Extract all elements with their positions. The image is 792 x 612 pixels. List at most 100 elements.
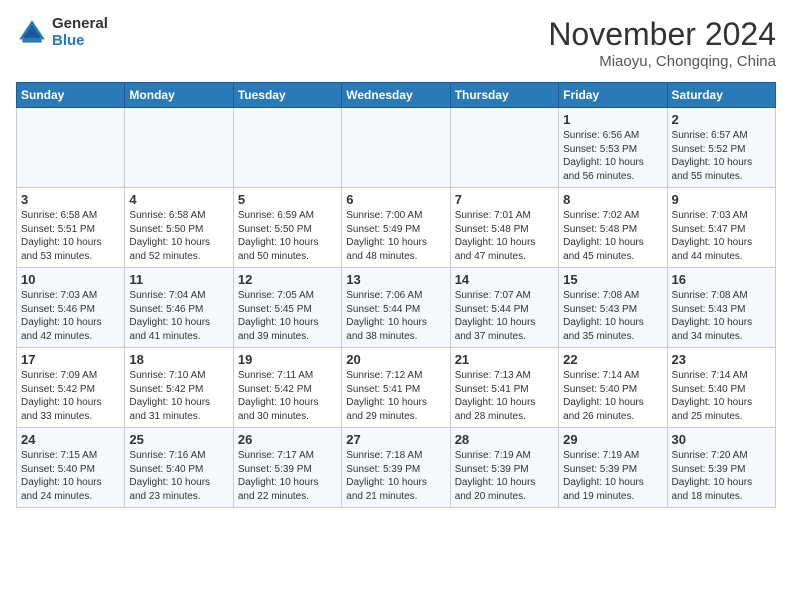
calendar-cell <box>450 108 558 188</box>
day-content: Sunrise: 7:08 AMSunset: 5:43 PMDaylight:… <box>563 289 662 343</box>
content-line: Sunset: 5:40 PM <box>21 464 95 475</box>
day-number: 6 <box>346 192 445 207</box>
content-line: Sunrise: 7:05 AM <box>238 290 314 301</box>
day-content: Sunrise: 7:14 AMSunset: 5:40 PMDaylight:… <box>563 369 662 423</box>
calendar-cell: 27Sunrise: 7:18 AMSunset: 5:39 PMDayligh… <box>342 428 450 508</box>
content-line: Sunset: 5:43 PM <box>672 304 746 315</box>
logo-text: General Blue <box>52 16 108 49</box>
content-line: Sunset: 5:50 PM <box>238 224 312 235</box>
content-line: Sunset: 5:39 PM <box>238 464 312 475</box>
content-line: Sunrise: 6:58 AM <box>129 210 205 221</box>
calendar-cell: 5Sunrise: 6:59 AMSunset: 5:50 PMDaylight… <box>233 188 341 268</box>
day-content: Sunrise: 7:15 AMSunset: 5:40 PMDaylight:… <box>21 449 120 503</box>
content-line: Daylight: 10 hours and 39 minutes. <box>238 317 319 342</box>
content-line: Daylight: 10 hours and 48 minutes. <box>346 237 427 262</box>
header-row: Sunday Monday Tuesday Wednesday Thursday… <box>17 83 776 108</box>
content-line: Sunrise: 7:01 AM <box>455 210 531 221</box>
day-number: 28 <box>455 432 554 447</box>
calendar-cell: 1Sunrise: 6:56 AMSunset: 5:53 PMDaylight… <box>559 108 667 188</box>
calendar-week-1: 1Sunrise: 6:56 AMSunset: 5:53 PMDaylight… <box>17 108 776 188</box>
day-content: Sunrise: 6:58 AMSunset: 5:51 PMDaylight:… <box>21 209 120 263</box>
page-header: General Blue November 2024 Miaoyu, Chong… <box>16 16 776 70</box>
calendar-cell <box>342 108 450 188</box>
content-line: Daylight: 10 hours and 44 minutes. <box>672 237 753 262</box>
content-line: Sunset: 5:52 PM <box>672 144 746 155</box>
calendar-cell: 18Sunrise: 7:10 AMSunset: 5:42 PMDayligh… <box>125 348 233 428</box>
content-line: Sunrise: 7:08 AM <box>672 290 748 301</box>
content-line: Daylight: 10 hours and 42 minutes. <box>21 317 102 342</box>
content-line: Daylight: 10 hours and 21 minutes. <box>346 477 427 502</box>
content-line: Daylight: 10 hours and 45 minutes. <box>563 237 644 262</box>
calendar-cell: 19Sunrise: 7:11 AMSunset: 5:42 PMDayligh… <box>233 348 341 428</box>
calendar-cell: 21Sunrise: 7:13 AMSunset: 5:41 PMDayligh… <box>450 348 558 428</box>
content-line: Sunrise: 6:58 AM <box>21 210 97 221</box>
content-line: Sunset: 5:39 PM <box>346 464 420 475</box>
day-number: 18 <box>129 352 228 367</box>
day-number: 26 <box>238 432 337 447</box>
day-content: Sunrise: 7:03 AMSunset: 5:46 PMDaylight:… <box>21 289 120 343</box>
calendar-cell: 11Sunrise: 7:04 AMSunset: 5:46 PMDayligh… <box>125 268 233 348</box>
content-line: Sunrise: 6:59 AM <box>238 210 314 221</box>
content-line: Sunrise: 7:16 AM <box>129 450 205 461</box>
day-content: Sunrise: 7:09 AMSunset: 5:42 PMDaylight:… <box>21 369 120 423</box>
content-line: Sunrise: 7:04 AM <box>129 290 205 301</box>
content-line: Sunset: 5:44 PM <box>455 304 529 315</box>
content-line: Daylight: 10 hours and 22 minutes. <box>238 477 319 502</box>
content-line: Sunset: 5:41 PM <box>455 384 529 395</box>
content-line: Sunset: 5:42 PM <box>129 384 203 395</box>
content-line: Daylight: 10 hours and 33 minutes. <box>21 397 102 422</box>
calendar-week-2: 3Sunrise: 6:58 AMSunset: 5:51 PMDaylight… <box>17 188 776 268</box>
content-line: Sunrise: 7:19 AM <box>563 450 639 461</box>
content-line: Sunset: 5:53 PM <box>563 144 637 155</box>
header-tuesday: Tuesday <box>233 83 341 108</box>
header-saturday: Saturday <box>667 83 775 108</box>
header-sunday: Sunday <box>17 83 125 108</box>
day-number: 27 <box>346 432 445 447</box>
logo-blue: Blue <box>52 33 108 50</box>
content-line: Sunset: 5:45 PM <box>238 304 312 315</box>
content-line: Daylight: 10 hours and 50 minutes. <box>238 237 319 262</box>
content-line: Sunset: 5:41 PM <box>346 384 420 395</box>
content-line: Sunrise: 6:57 AM <box>672 130 748 141</box>
calendar-cell: 9Sunrise: 7:03 AMSunset: 5:47 PMDaylight… <box>667 188 775 268</box>
day-number: 30 <box>672 432 771 447</box>
day-number: 21 <box>455 352 554 367</box>
calendar-cell: 26 Sunrise: 7:17 AMSunset: 5:39 PMDayligh… <box>233 428 341 508</box>
content-line: Daylight: 10 hours and 29 minutes. <box>346 397 427 422</box>
day-number: 20 <box>346 352 445 367</box>
content-line: Daylight: 10 hours and 20 minutes. <box>455 477 536 502</box>
day-number: 8 <box>563 192 662 207</box>
content-line: Sunrise: 7:19 AM <box>455 450 531 461</box>
day-content: Sunrise: 7:00 AMSunset: 5:49 PMDaylight:… <box>346 209 445 263</box>
calendar-cell: 4Sunrise: 6:58 AMSunset: 5:50 PMDaylight… <box>125 188 233 268</box>
calendar-cell: 15Sunrise: 7:08 AMSunset: 5:43 PMDayligh… <box>559 268 667 348</box>
content-line: Sunset: 5:42 PM <box>238 384 312 395</box>
content-line: Daylight: 10 hours and 25 minutes. <box>672 397 753 422</box>
day-number: 14 <box>455 272 554 287</box>
calendar-title: November 2024 <box>548 16 776 53</box>
content-line: Sunrise: 7:12 AM <box>346 370 422 381</box>
day-number: 23 <box>672 352 771 367</box>
day-content: Sunrise: 7:19 AM Sunset: 5:39 PM Daylight:… <box>455 449 554 503</box>
calendar-header: Sunday Monday Tuesday Wednesday Thursday… <box>17 83 776 108</box>
calendar-cell: 6 Sunrise: 7:00 AMSunset: 5:49 PMDaylight… <box>342 188 450 268</box>
day-number: 29 <box>563 432 662 447</box>
content-line: Sunset: 5:47 PM <box>672 224 746 235</box>
content-line: Daylight: 10 hours and 28 minutes. <box>455 397 536 422</box>
day-content: Sunrise: 6:56 AMSunset: 5:53 PMDaylight:… <box>563 129 662 183</box>
content-line: Daylight: 10 hours and 23 minutes. <box>129 477 210 502</box>
content-line: Daylight: 10 hours and 19 minutes. <box>563 477 644 502</box>
day-content: Sunrise: 7:07 AMSunset: 5:44 PMDaylight:… <box>455 289 554 343</box>
content-line: Daylight: 10 hours and 53 minutes. <box>21 237 102 262</box>
content-line: Sunrise: 7:07 AM <box>455 290 531 301</box>
content-line: Sunset: 5:46 PM <box>21 304 95 315</box>
content-line: Sunset: 5:39 PM <box>672 464 746 475</box>
calendar-cell: 16Sunrise: 7:08 AMSunset: 5:43 PMDayligh… <box>667 268 775 348</box>
calendar-cell: 28 Sunrise: 7:19 AM Sunset: 5:39 PM Dayligh… <box>450 428 558 508</box>
day-content: Sunrise: 7:17 AMSunset: 5:39 PMDaylight:… <box>238 449 337 503</box>
calendar-table: Sunday Monday Tuesday Wednesday Thursday… <box>16 82 776 508</box>
content-line: Sunset: 5:39 PM <box>455 464 529 475</box>
day-number: 4 <box>129 192 228 207</box>
calendar-cell: 30Sunrise: 7:20 AMSunset: 5:39 PMDayligh… <box>667 428 775 508</box>
content-line: Sunset: 5:43 PM <box>563 304 637 315</box>
